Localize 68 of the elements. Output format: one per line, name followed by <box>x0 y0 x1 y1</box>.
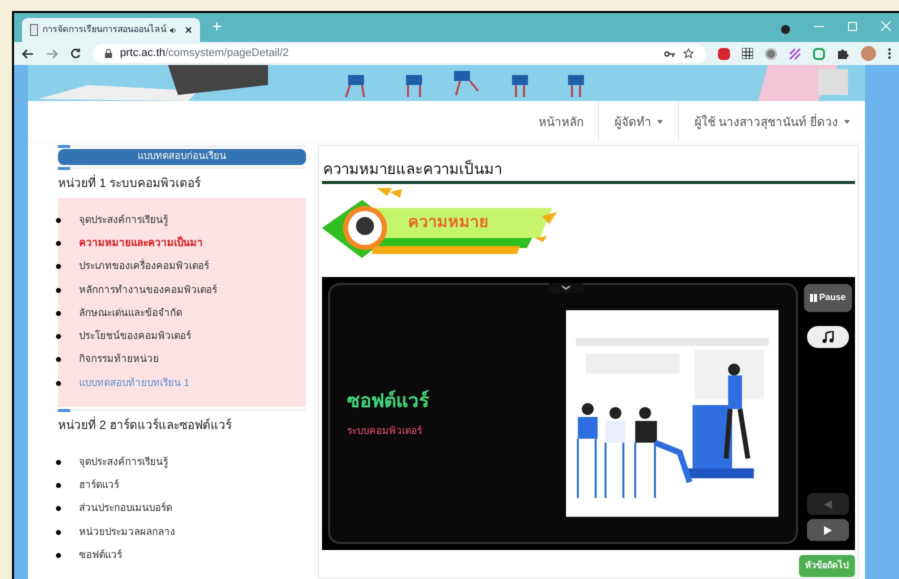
nav-link[interactable]: ผู้จัดทำ <box>598 101 678 142</box>
puzzle-icon[interactable] <box>837 48 849 60</box>
circle-extension-icon[interactable] <box>765 48 777 60</box>
lesson-link[interactable]: ประโยชน์ของคอมพิวเตอร์ <box>79 329 191 344</box>
next-slide-button[interactable] <box>807 519 849 541</box>
unit-title[interactable]: หน่วยที่ 1 ระบบคอมพิวเตอร์ <box>58 168 306 198</box>
close-icon[interactable] <box>881 21 891 31</box>
caret-icon <box>657 120 664 124</box>
lesson-link[interactable]: จุดประสงค์การเรียนรู้ <box>79 454 168 470</box>
forward-icon[interactable] <box>46 48 58 58</box>
tab-title: การจัดการเรียนการสอนออนไลน์ <box>42 23 166 36</box>
pause-icon <box>810 294 818 302</box>
previous-icon <box>824 500 832 508</box>
pause-button[interactable]: Pause <box>804 284 852 312</box>
url-text: prtc.ac.th/comsystem/pageDetail/2 <box>120 46 289 62</box>
pretest-button[interactable]: แบบทดสอบก่อนเรียน <box>58 148 306 165</box>
nav-link[interactable]: หน้าหลัก <box>523 101 598 142</box>
back-icon[interactable] <box>22 48 34 58</box>
pdf-extension-icon[interactable] <box>718 48 730 60</box>
menu-icon[interactable] <box>888 48 891 59</box>
lesson-link[interactable]: ความหมายและความเป็นมา <box>79 236 203 251</box>
lesson-link[interactable]: หน่วยประมวลผลกลาง <box>79 524 175 540</box>
bullet-icon <box>56 310 61 316</box>
bullet-icon <box>56 264 61 270</box>
lesson-link[interactable]: หลักการทำงานของคอมพิวเตอร์ <box>79 282 217 298</box>
banner-label: ความหมาย <box>408 213 488 233</box>
close-tab-button[interactable]: × <box>184 21 192 39</box>
chevron-down-icon[interactable] <box>548 283 584 293</box>
favicon-icon <box>30 24 38 36</box>
bullet-icon <box>56 552 61 558</box>
square-extension-icon[interactable] <box>813 48 825 60</box>
lesson-link[interactable]: จุดประสงค์การเรียนรู้ <box>79 212 168 228</box>
caret-icon <box>844 120 850 124</box>
slide-subheading: ระบบคอมพิวเตอร์ <box>347 424 423 440</box>
maximize-icon[interactable] <box>848 22 857 31</box>
pen-extension-icon[interactable] <box>789 48 801 60</box>
lesson-link[interactable]: กิจกรรมท้ายหน่วย <box>79 352 159 368</box>
bullet-icon <box>56 218 61 223</box>
lock-icon <box>105 49 112 58</box>
nav-link[interactable]: ผู้ใช้ นางสาวสุชานันท์ ยี่ดวง <box>678 101 865 142</box>
reload-icon[interactable] <box>70 48 81 59</box>
address-bar[interactable]: prtc.ac.th/comsystem/pageDetail/2 <box>93 44 706 63</box>
speaker-icon <box>170 26 177 34</box>
bullet-icon <box>56 240 61 246</box>
bullet-icon <box>56 530 61 535</box>
lesson-link[interactable]: ฮาร์ดแวร์ <box>79 478 119 493</box>
star-icon[interactable] <box>683 48 694 59</box>
lesson-link[interactable]: ส่วนประกอบเมนบอร์ด <box>79 501 172 516</box>
music-note-icon <box>822 331 834 343</box>
lesson-link[interactable]: ประเภทของเครื่องคอมพิวเตอร์ <box>79 259 209 274</box>
avatar-icon[interactable] <box>861 46 876 61</box>
bullet-icon <box>56 357 61 362</box>
lesson-link[interactable]: ลักษณะเด่นและข้อจำกัด <box>79 306 182 321</box>
bullet-icon <box>56 288 61 293</box>
music-button[interactable] <box>807 326 849 348</box>
play-icon <box>824 526 832 534</box>
bullet-icon <box>56 460 61 465</box>
bullet-icon <box>56 482 61 488</box>
bullet-icon <box>56 380 61 386</box>
grid-extension-icon[interactable] <box>742 48 753 59</box>
page-title: ความหมายและความเป็นมา <box>322 160 855 184</box>
unit-title[interactable]: หน่วยที่ 2 ฮาร์ดแวร์และซอฟต์แวร์ <box>58 410 306 440</box>
slide-heading: ซอฟต์แวร์ <box>347 389 430 414</box>
bullet-icon <box>56 334 61 340</box>
key-icon <box>664 50 675 56</box>
browser-tab[interactable]: การจัดการเรียนการสอนออนไลน์ × <box>22 18 200 42</box>
lesson-link[interactable]: ซอฟต์แวร์ <box>79 548 122 563</box>
bullet-icon <box>56 506 61 512</box>
